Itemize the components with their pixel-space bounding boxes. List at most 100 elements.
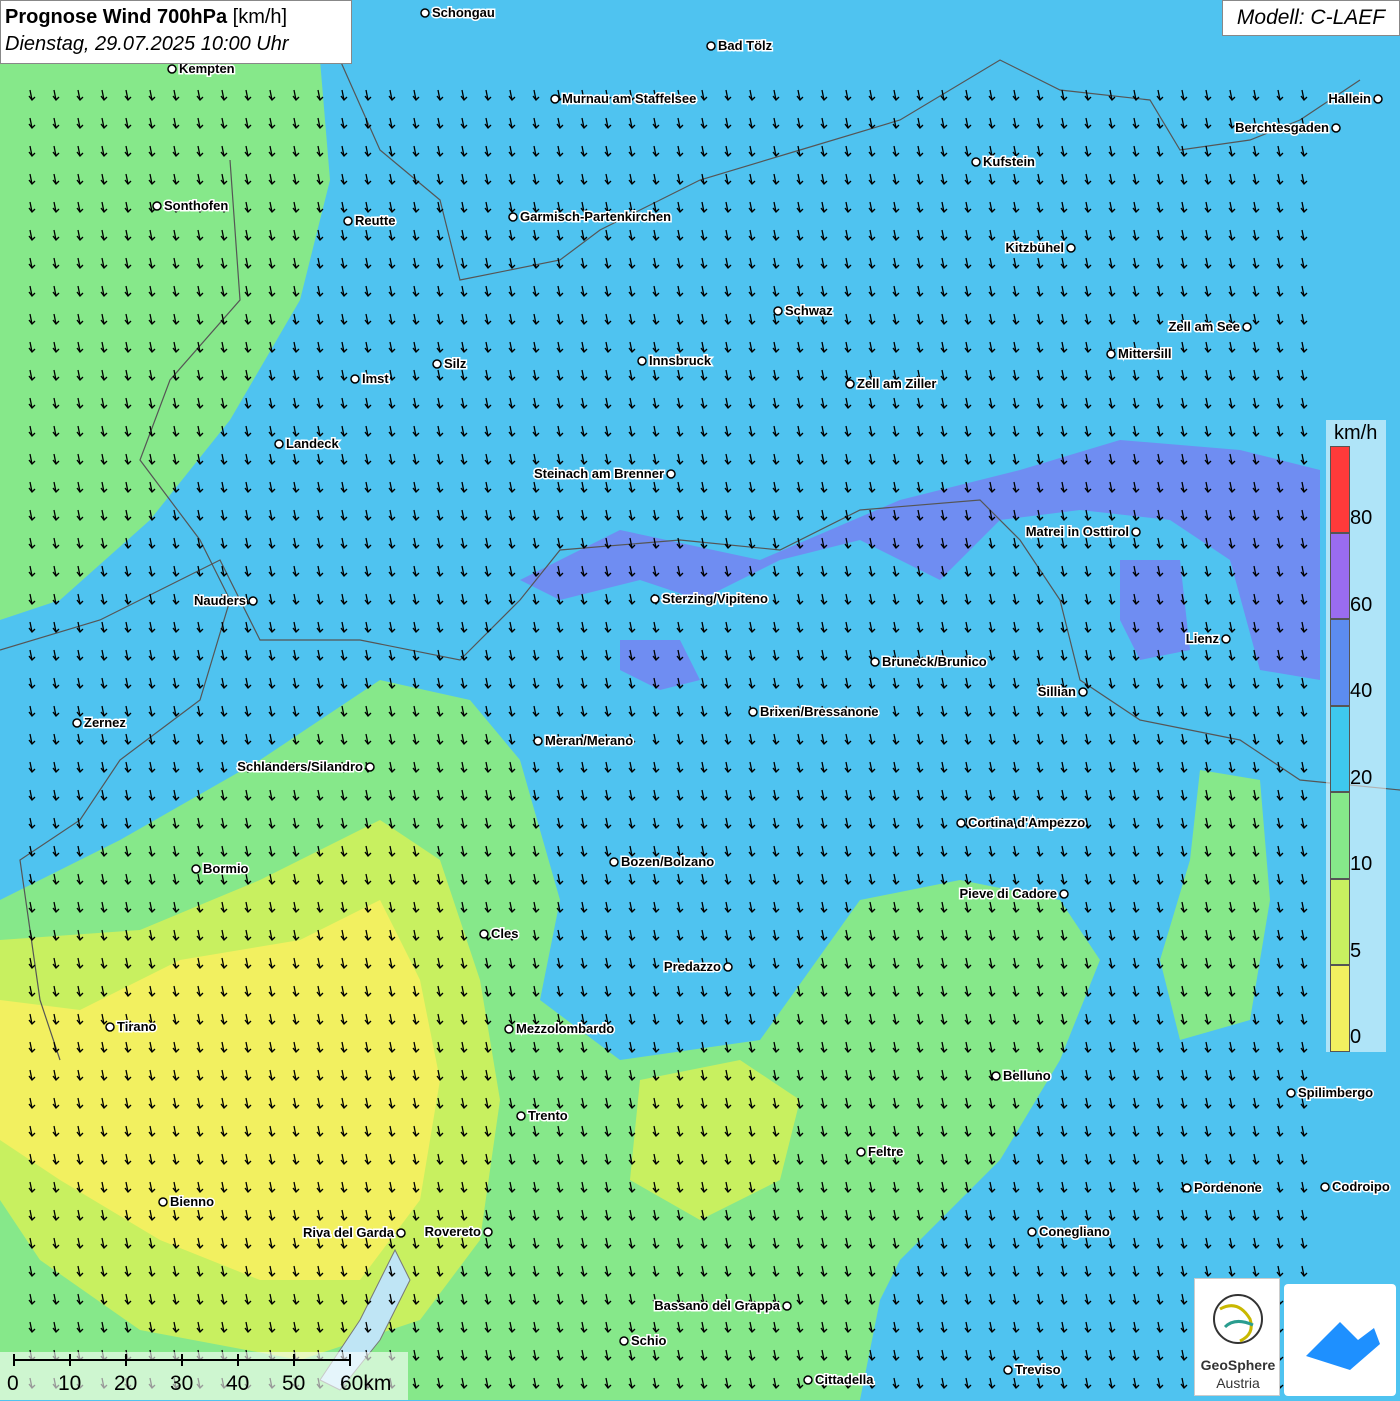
city-label: Mezzolombardo xyxy=(516,1021,614,1036)
scale-label: 30 xyxy=(170,1372,194,1395)
city-label: Spilimbergo xyxy=(1298,1085,1373,1100)
city-label: Pieve di Cadore xyxy=(959,886,1057,901)
city-marker: Riva del Garda xyxy=(301,1224,406,1242)
city-label: Berchtesgaden xyxy=(1235,120,1329,135)
city-label: Schongau xyxy=(432,5,495,20)
scale-label: 20 xyxy=(114,1372,138,1395)
city-dot xyxy=(706,41,716,51)
city-dot xyxy=(432,359,442,369)
city-dot xyxy=(516,1111,526,1121)
city-dot xyxy=(1373,94,1383,104)
city-marker: Innsbruck xyxy=(637,352,713,370)
legend-label: 80 xyxy=(1350,507,1373,529)
city-dot xyxy=(748,707,758,717)
city-marker: Codroipo xyxy=(1320,1178,1391,1196)
city-marker: Pieve di Cadore xyxy=(958,885,1069,903)
city-dot xyxy=(72,718,82,728)
geosphere-country: Austria xyxy=(1216,1375,1260,1391)
legend-swatch xyxy=(1330,878,1350,965)
city-marker: Conegliano xyxy=(1027,1223,1111,1241)
city-marker: Sterzing/Vipiteno xyxy=(650,590,769,608)
app-logo[interactable] xyxy=(1284,1284,1396,1396)
city-label: Bruneck/Brunico xyxy=(882,654,987,669)
title-box: Prognose Wind 700hPa [km/h] Dienstag, 29… xyxy=(0,0,352,64)
city-marker: Zell am Ziller xyxy=(845,375,938,393)
legend-swatch xyxy=(1330,532,1350,619)
city-label: Schlanders/Silandro xyxy=(237,759,363,774)
city-dot xyxy=(248,596,258,606)
city-marker: Cortina d'Ampezzo xyxy=(956,814,1087,832)
city-dot xyxy=(803,1375,813,1385)
legend-label: 60 xyxy=(1350,594,1373,616)
city-dot xyxy=(1131,527,1141,537)
city-dot xyxy=(1320,1182,1330,1192)
city-marker: Steinach am Brenner xyxy=(532,465,676,483)
city-dot xyxy=(845,379,855,389)
city-marker: Garmisch-Partenkirchen xyxy=(508,208,673,226)
city-dot xyxy=(956,818,966,828)
city-marker: Mezzolombardo xyxy=(504,1020,616,1038)
city-dot xyxy=(1106,349,1116,359)
city-label: Matrei in Osttirol xyxy=(1026,524,1129,539)
city-marker: Berchtesgaden xyxy=(1234,119,1341,137)
city-label: Zell am See xyxy=(1168,319,1240,334)
city-dot xyxy=(396,1228,406,1238)
city-label: Rovereto xyxy=(425,1224,481,1239)
city-label: Nauders xyxy=(194,593,246,608)
city-marker: Spilimbergo xyxy=(1286,1084,1375,1102)
city-marker: Brixen/Bressanone xyxy=(748,703,880,721)
legend-label: 20 xyxy=(1350,767,1373,789)
city-dot xyxy=(856,1147,866,1157)
city-label: Brixen/Bressanone xyxy=(760,704,879,719)
scale-label: 40 xyxy=(226,1372,250,1395)
city-marker: Bassano del Grappa xyxy=(653,1297,792,1315)
city-dot xyxy=(343,216,353,226)
city-label: Steinach am Brenner xyxy=(534,466,664,481)
city-marker: Matrei in Osttirol xyxy=(1024,523,1141,541)
city-label: Landeck xyxy=(286,436,340,451)
city-label: Silz xyxy=(444,356,467,371)
scale-label: 60km xyxy=(340,1372,392,1395)
city-label: Innsbruck xyxy=(649,353,712,368)
city-label: Imst xyxy=(362,371,389,386)
app-cloud-icon xyxy=(1306,1322,1380,1370)
city-label: Cittadella xyxy=(815,1372,874,1387)
city-marker: Murnau am Staffelsee xyxy=(550,90,698,108)
city-label: Pordenone xyxy=(1194,1180,1262,1195)
city-dot xyxy=(1182,1183,1192,1193)
city-label: Riva del Garda xyxy=(303,1225,395,1240)
city-dot xyxy=(1066,243,1076,253)
city-label: Reutte xyxy=(355,213,395,228)
city-label: Schio xyxy=(631,1333,666,1348)
city-label: Bassano del Grappa xyxy=(654,1298,780,1313)
city-label: Bozen/Bolzano xyxy=(621,854,714,869)
city-marker: Cittadella xyxy=(803,1371,876,1389)
city-marker: Bruneck/Brunico xyxy=(870,653,988,671)
city-dot xyxy=(991,1071,1001,1081)
city-dot xyxy=(365,762,375,772)
city-dot xyxy=(666,469,676,479)
city-marker: Schongau xyxy=(420,4,496,22)
city-label: Feltre xyxy=(868,1144,903,1159)
city-label: Sterzing/Vipiteno xyxy=(662,591,768,606)
geosphere-logo[interactable]: GeoSphere Austria xyxy=(1194,1278,1280,1396)
city-dot xyxy=(870,657,880,667)
city-label: Sonthofen xyxy=(164,198,228,213)
legend-label: 10 xyxy=(1350,853,1373,875)
city-label: Codroipo xyxy=(1332,1179,1390,1194)
city-label: Kufstein xyxy=(983,154,1035,169)
scale-label: 0 xyxy=(7,1372,19,1395)
model-label: Modell: C-LAEF xyxy=(1222,0,1400,36)
forecast-datetime: Dienstag, 29.07.2025 10:00 Uhr xyxy=(5,33,289,55)
legend-swatch xyxy=(1330,792,1350,879)
city-dot xyxy=(508,212,518,222)
city-label: Meran/Merano xyxy=(545,733,633,748)
city-dot xyxy=(158,1197,168,1207)
legend-label: 0 xyxy=(1350,1026,1362,1048)
city-dot xyxy=(773,306,783,316)
city-dot xyxy=(723,962,733,972)
map-title: Prognose Wind 700hPa [km/h] xyxy=(5,4,347,30)
geosphere-name: GeoSphere xyxy=(1200,1357,1276,1373)
city-dot xyxy=(533,736,543,746)
city-dot xyxy=(782,1301,792,1311)
